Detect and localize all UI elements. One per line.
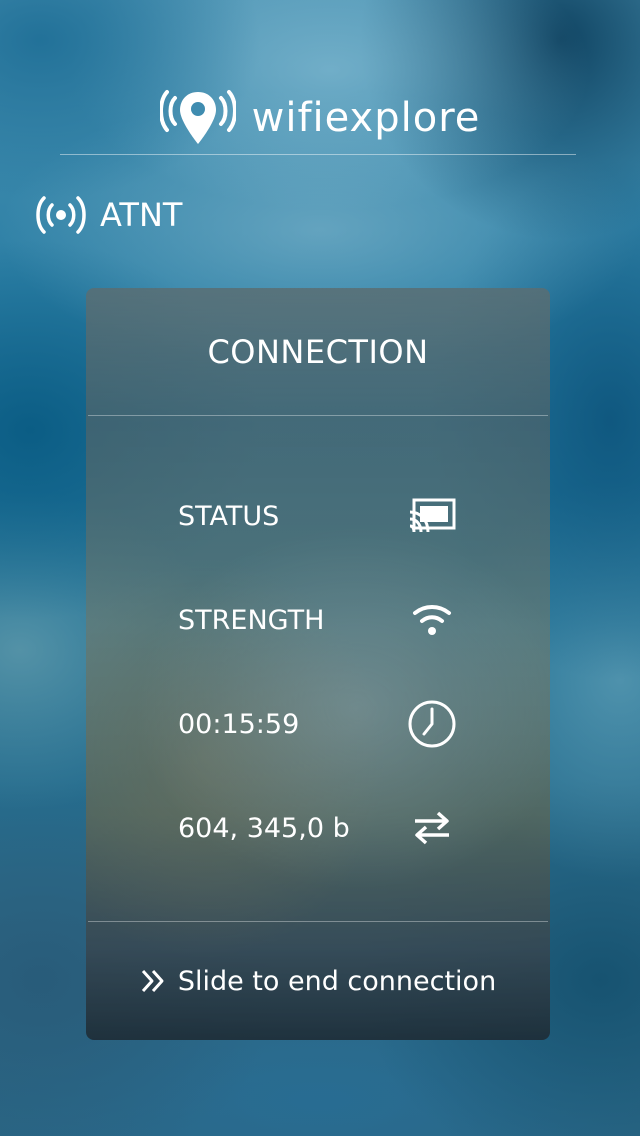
- status-row: STATUS: [178, 486, 458, 546]
- signal-broadcast-icon: [36, 196, 86, 234]
- cast-icon: [406, 490, 458, 542]
- slide-label: Slide to end connection: [177, 965, 497, 997]
- app-header: wifiexplore: [0, 86, 640, 150]
- double-chevron-right-icon: [141, 969, 164, 993]
- strength-row: STRENGTH: [178, 590, 458, 650]
- duration-row: 00:15:59: [178, 694, 458, 754]
- card-title-divider: [88, 415, 548, 416]
- data-transfer-value: 604, 345,0 b: [178, 812, 350, 844]
- card-title: CONNECTION: [207, 333, 429, 371]
- slide-to-end-connection[interactable]: Slide to end connection: [86, 922, 550, 1040]
- duration-value: 00:15:59: [178, 708, 300, 740]
- wifi-signal-icon: [406, 594, 458, 646]
- connection-card: CONNECTION STATUS STRENGTH 00:15:59 604,…: [86, 288, 550, 1040]
- transfer-arrows-icon: [406, 802, 458, 854]
- strength-label: STRENGTH: [178, 604, 325, 636]
- app-name: wifiexplore: [251, 95, 481, 141]
- status-label: STATUS: [178, 500, 280, 532]
- header-divider: [60, 154, 576, 155]
- clock-icon: [406, 698, 458, 750]
- data-transfer-row: 604, 345,0 b: [178, 798, 458, 858]
- network-indicator[interactable]: ATNT: [32, 190, 182, 240]
- network-name: ATNT: [100, 196, 183, 234]
- wifi-location-pin-icon: [159, 90, 236, 144]
